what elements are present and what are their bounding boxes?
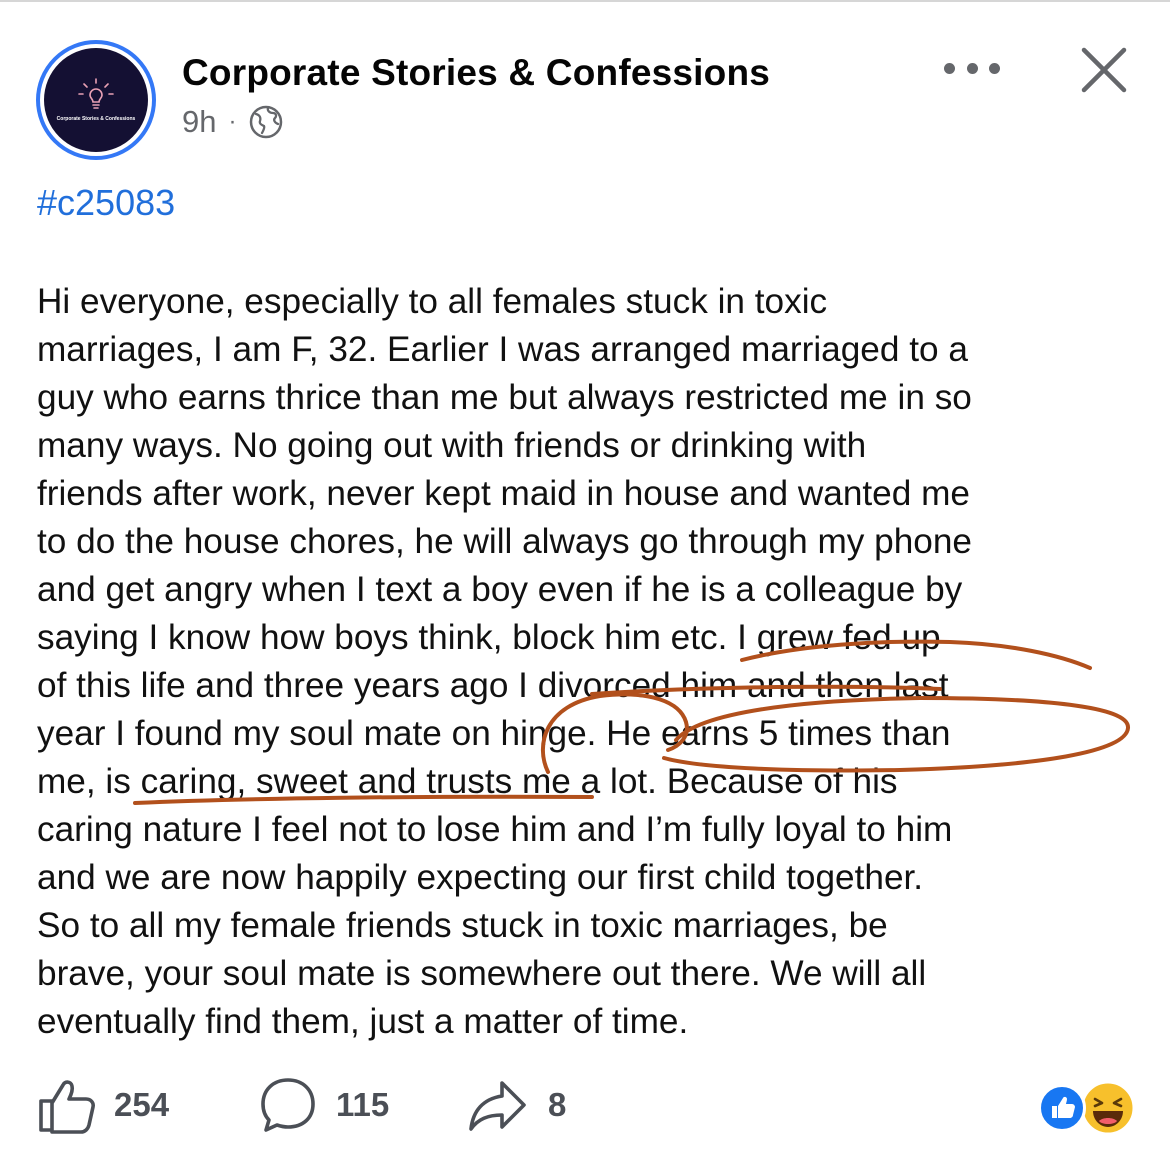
meta-separator: ·	[228, 108, 237, 135]
post-text-line: caring nature I feel not to lose him and…	[37, 810, 953, 849]
close-icon	[1081, 47, 1127, 93]
like-button[interactable]: 254	[36, 1075, 169, 1135]
comment-count: 115	[336, 1086, 390, 1123]
post-action-bar: 254 115 8	[36, 1075, 1146, 1135]
share-button[interactable]: 8	[466, 1075, 566, 1135]
like-count: 254	[114, 1086, 170, 1123]
close-button[interactable]	[1078, 44, 1130, 96]
lightbulb-icon	[78, 78, 114, 109]
more-options-button[interactable]	[944, 50, 1000, 86]
post-text-line: and we are now happily expecting our fir…	[37, 858, 924, 897]
post-text-line: friends after work, never kept maid in h…	[37, 474, 970, 513]
haha-reaction-icon	[1080, 1080, 1136, 1136]
page-name[interactable]: Corporate Stories & Confessions	[182, 52, 770, 94]
post-text-line: eventually find them, just a matter of t…	[37, 1002, 689, 1041]
post-text-line: many ways. No going out with friends or …	[37, 426, 867, 465]
post-text-line: to do the house chores, he will always g…	[37, 522, 972, 561]
post-meta: 9h ·	[182, 104, 284, 140]
post-text-line: year I found my soul mate on hinge. He e…	[37, 714, 951, 753]
like-reaction-icon	[1038, 1084, 1086, 1132]
comment-button[interactable]: 115	[258, 1075, 389, 1135]
share-arrow-icon	[469, 1081, 526, 1131]
top-divider	[0, 0, 1170, 2]
post-text-line: guy who earns thrice than me but always …	[37, 378, 972, 417]
post-text-line: So to all my female friends stuck in tox…	[37, 906, 888, 945]
more-dot	[966, 62, 978, 74]
post-text-line: and get angry when I text a boy even if …	[37, 570, 963, 609]
post-text-line: Hi everyone, especially to all females s…	[37, 282, 828, 321]
post-text-line: brave, your soul mate is somewhere out t…	[37, 954, 927, 993]
thumbs-up-icon	[39, 1080, 95, 1134]
avatar-caption: Corporate Stories & Confessions	[56, 116, 136, 122]
globe-icon[interactable]	[248, 104, 284, 140]
post-text-line: me, is caring, sweet and trusts me a lot…	[37, 762, 898, 801]
post-text: Hi everyone, especially to all females s…	[37, 278, 1147, 1046]
post-timestamp[interactable]: 9h	[182, 104, 216, 140]
more-dot	[989, 62, 1000, 74]
page-avatar[interactable]: Corporate Stories & Confessions	[36, 40, 156, 160]
more-dot	[944, 62, 955, 74]
post-text-line: of this life and three years ago I divor…	[37, 666, 949, 705]
post-text-line: marriages, I am F, 32. Earlier I was arr…	[37, 330, 968, 369]
post-text-line: saying I know how boys think, block him …	[37, 618, 941, 657]
post-hashtag[interactable]: #c25083	[37, 182, 175, 224]
reaction-summary[interactable]	[1038, 1080, 1138, 1136]
share-count: 8	[548, 1086, 567, 1123]
comment-bubble-icon	[261, 1078, 315, 1132]
avatar-logo: Corporate Stories & Confessions	[44, 48, 148, 152]
